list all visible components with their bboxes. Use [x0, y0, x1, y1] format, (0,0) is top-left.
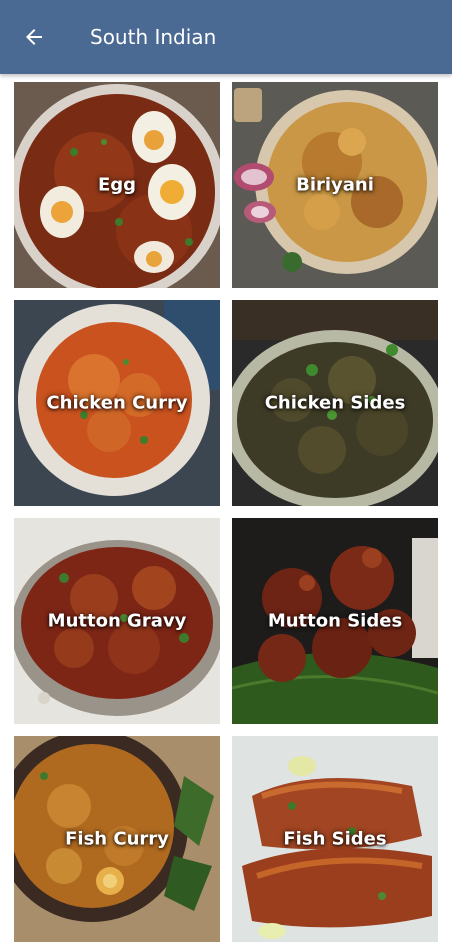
category-tile-mutton-gravy[interactable]: Mutton Gravy — [14, 518, 220, 724]
category-tile-fish-curry[interactable]: Fish Curry — [14, 736, 220, 942]
category-label: Fish Sides — [283, 828, 387, 850]
category-label: Chicken Curry — [46, 392, 188, 414]
category-label: Mutton Sides — [267, 610, 403, 632]
category-tile-egg[interactable]: Egg — [14, 82, 220, 288]
category-tile-biriyani[interactable]: Biriyani — [232, 82, 438, 288]
back-button[interactable] — [14, 17, 54, 57]
category-label: Biriyani — [296, 174, 374, 196]
category-grid: Egg Biriyani Chicken Curry Chicken Sides… — [14, 82, 438, 942]
category-label: Egg — [97, 174, 137, 196]
arrow-back-icon — [26, 29, 42, 45]
app-bar: South Indian — [0, 0, 452, 74]
category-label: Mutton Gravy — [47, 610, 187, 632]
category-label: Fish Curry — [65, 828, 169, 850]
category-label: Chicken Sides — [264, 392, 406, 414]
page-title: South Indian — [90, 25, 217, 49]
category-tile-chicken-sides[interactable]: Chicken Sides — [232, 300, 438, 506]
category-tile-chicken-curry[interactable]: Chicken Curry — [14, 300, 220, 506]
category-tile-mutton-sides[interactable]: Mutton Sides — [232, 518, 438, 724]
category-tile-fish-sides[interactable]: Fish Sides — [232, 736, 438, 942]
